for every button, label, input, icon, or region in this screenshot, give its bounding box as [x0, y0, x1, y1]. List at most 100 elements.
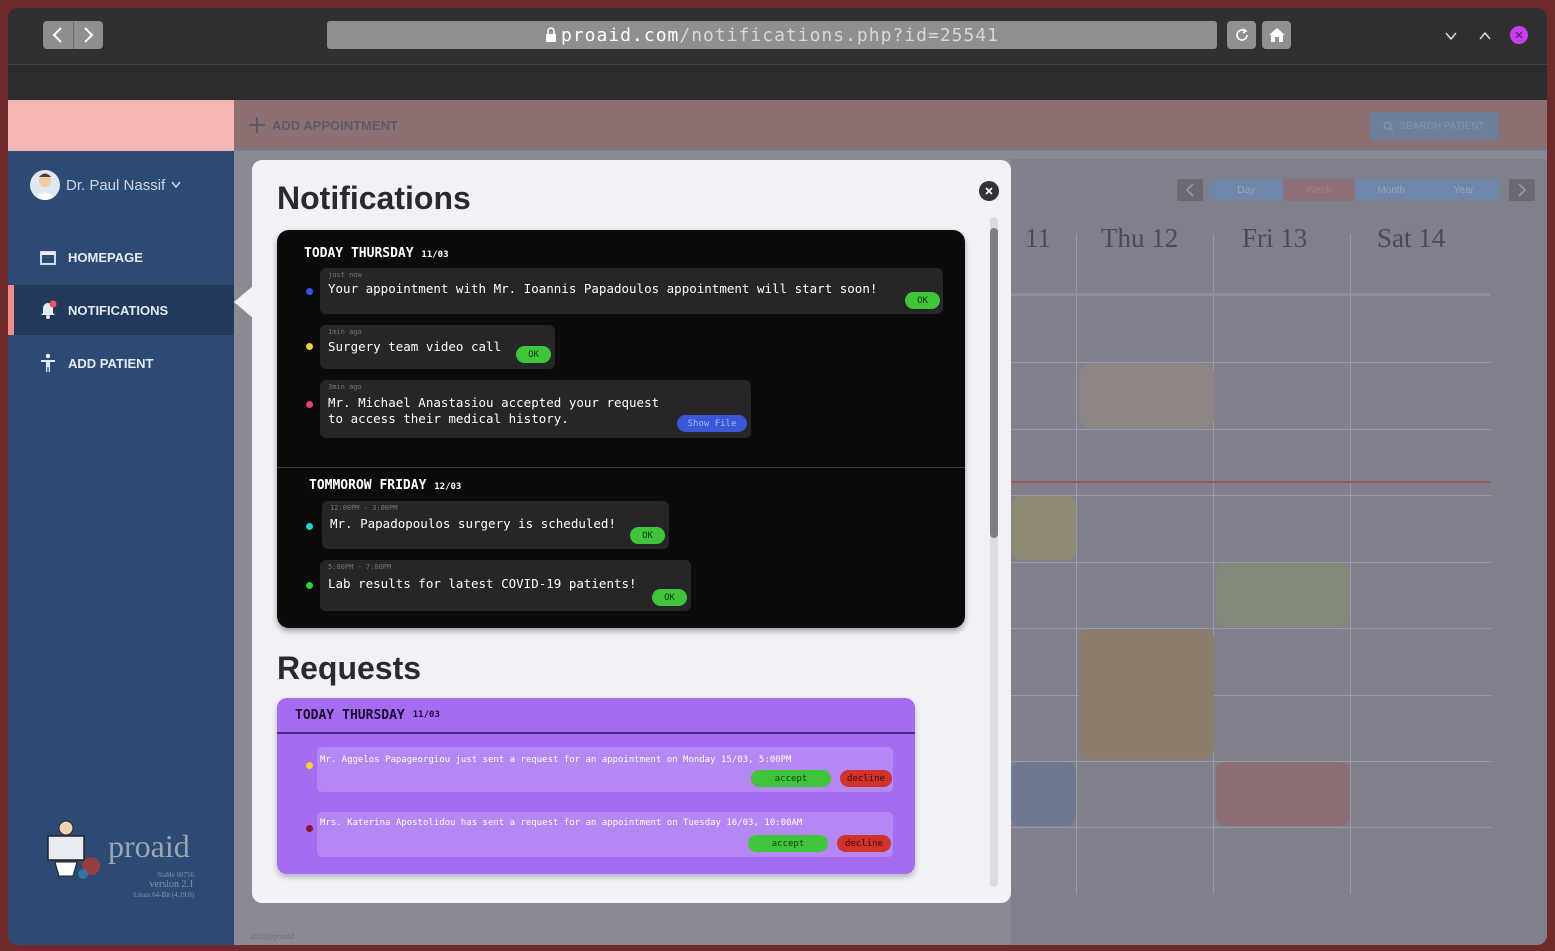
- day-header-fri: Fri 13: [1242, 223, 1308, 253]
- app-header: ADD APPOINTMENT SEARCH PATIENT: [234, 100, 1547, 151]
- sidebar-item-label: HOMEPAGE: [68, 249, 143, 265]
- bell-icon: [41, 300, 57, 319]
- appointment-block[interactable]: [1011, 762, 1076, 826]
- tab-week[interactable]: Week: [1282, 179, 1355, 201]
- chevron-down-icon: [171, 181, 181, 189]
- appointment-block[interactable]: [1216, 762, 1350, 826]
- maximize-button[interactable]: [1475, 26, 1495, 46]
- requests-panel: TODAY THURSDAY 11/03 Mr. Aggelos Papageorg…: [277, 698, 915, 874]
- ok-button[interactable]: OK: [905, 292, 940, 309]
- home-button[interactable]: [1262, 21, 1291, 49]
- appointment-block[interactable]: [1216, 563, 1350, 627]
- logo-text: proaid: [108, 828, 190, 864]
- ok-button[interactable]: OK: [630, 527, 665, 544]
- chevron-right-icon: [1518, 183, 1527, 197]
- sidebar-item-notifications[interactable]: NOTIFICATIONS: [8, 285, 234, 335]
- notification-dot: [306, 288, 313, 295]
- version-info: Stable 80756 version 2.1 Linux 64-Bit (4…: [134, 870, 194, 900]
- lock-icon: [546, 27, 556, 42]
- add-appointment-button[interactable]: ADD APPOINTMENT: [248, 116, 398, 134]
- notifications-title: Notifications: [277, 180, 471, 216]
- url-bar[interactable]: proaid.com/notifications.php?id=25541: [327, 21, 1217, 49]
- home-icon: [1268, 28, 1285, 42]
- platform-label: Linux 64-Bit (4.19.0): [133, 891, 194, 899]
- chevron-right-icon: [84, 27, 94, 43]
- notification-dot: [306, 343, 313, 350]
- tab-month[interactable]: Month: [1355, 179, 1428, 201]
- notification-dot: [306, 523, 313, 530]
- tab-day[interactable]: Day: [1210, 179, 1283, 201]
- sidebar-item-label: ADD PATIENT: [68, 355, 154, 371]
- calendar-next-button[interactable]: [1509, 179, 1535, 201]
- user-menu[interactable]: Dr. Paul Nassif: [30, 170, 181, 200]
- person-icon: [41, 353, 55, 372]
- minimize-button[interactable]: [1441, 26, 1461, 46]
- chevron-left-icon: [52, 27, 62, 43]
- show-file-button[interactable]: Show File: [677, 415, 747, 432]
- sidebar-top-bar: [8, 100, 234, 151]
- request-dot: [306, 825, 313, 832]
- appointment-block[interactable]: [1011, 496, 1076, 560]
- request-item: Mr. Aggelos Papageorgiou just sent a req…: [317, 747, 893, 792]
- notification-item: 5:00PM - 7:00PM Lab results for latest C…: [320, 560, 691, 611]
- chevron-left-icon: [1185, 183, 1194, 197]
- chevron-up-icon: [1479, 31, 1491, 40]
- plus-icon: [249, 117, 265, 133]
- search-patient-label: SEARCH PATIENT: [1399, 121, 1485, 132]
- modal-close-button[interactable]: [979, 181, 999, 201]
- calendar-prev-button[interactable]: [1177, 179, 1203, 201]
- calendar-view-tabs: Day Week Month Year: [1210, 179, 1500, 201]
- nav-buttons: [43, 21, 103, 49]
- notifications-panel: TODAY THURSDAY 11/03 just now Your appoi…: [277, 230, 965, 628]
- notification-dot: [306, 401, 313, 408]
- notification-item: just now Your appointment with Mr. Ioann…: [320, 268, 943, 314]
- ok-button[interactable]: OK: [652, 589, 687, 606]
- chevron-down-icon: [1445, 32, 1457, 41]
- reload-button[interactable]: [1227, 21, 1256, 49]
- request-dot: [306, 762, 313, 769]
- sidebar-item-homepage[interactable]: HOMEPAGE: [8, 232, 234, 282]
- title-bar: proaid.com/notifications.php?id=25541: [8, 8, 1547, 64]
- appointment-block[interactable]: [1079, 629, 1214, 759]
- close-window-button[interactable]: [1510, 26, 1528, 44]
- tomorrow-header: TOMMOROW FRIDAY 12/03: [309, 478, 462, 493]
- avatar: [30, 170, 60, 200]
- day-header-thu: Thu 12: [1101, 223, 1179, 253]
- today-header: TODAY THURSDAY 11/03: [304, 246, 449, 261]
- request-item: Mrs. Katerina Apostolidou has sent a req…: [317, 812, 893, 857]
- decline-button[interactable]: decline: [840, 770, 892, 787]
- day-header-sat: Sat 14: [1377, 223, 1446, 253]
- accept-button[interactable]: accept: [751, 770, 831, 787]
- calendar-week-view: Day Week Month Year 11 Thu 12 Fri 13 Sat…: [1011, 159, 1547, 945]
- search-patient-button[interactable]: SEARCH PATIENT: [1369, 112, 1499, 141]
- requests-today-header: TODAY THURSDAY 11/03: [277, 698, 915, 734]
- sidebar: Dr. Paul Nassif HOMEPAGE NOTIFICATIONS A…: [8, 100, 234, 945]
- user-name: Dr. Paul Nassif: [66, 176, 166, 194]
- sidebar-item-label: NOTIFICATIONS: [68, 302, 169, 318]
- tab-year[interactable]: Year: [1428, 179, 1501, 201]
- forward-button[interactable]: [74, 21, 104, 49]
- appointment-block[interactable]: [1079, 364, 1214, 428]
- url-host: proaid.com: [561, 24, 680, 46]
- footer-copyright: 2021@proaid: [250, 932, 294, 941]
- modal-pointer: [234, 285, 254, 319]
- accept-button[interactable]: accept: [748, 835, 828, 852]
- url-path: /notifications.php?id=25541: [679, 24, 999, 46]
- notification-dot: [306, 582, 313, 589]
- notification-item: 3min ago Mr. Michael Anastasiou accepted…: [320, 380, 751, 438]
- modal-scrollbar-thumb[interactable]: [990, 228, 998, 538]
- close-icon: [1515, 31, 1523, 39]
- sidebar-item-add-patient[interactable]: ADD PATIENT: [8, 338, 234, 388]
- notifications-modal: Notifications TODAY THURSDAY 11/03 just …: [252, 160, 1011, 903]
- toolbar-strip: [8, 64, 1547, 100]
- requests-title: Requests: [277, 650, 422, 686]
- search-icon: [1383, 121, 1394, 132]
- close-icon: [985, 187, 993, 195]
- back-button[interactable]: [43, 21, 74, 49]
- add-appointment-label: ADD APPOINTMENT: [272, 117, 398, 133]
- notification-item: 1min ago Surgery team video call OK: [320, 325, 555, 369]
- version-label: version 2.1: [149, 879, 194, 890]
- ok-button[interactable]: OK: [516, 346, 551, 363]
- calendar-icon: [40, 251, 56, 265]
- decline-button[interactable]: decline: [837, 835, 891, 852]
